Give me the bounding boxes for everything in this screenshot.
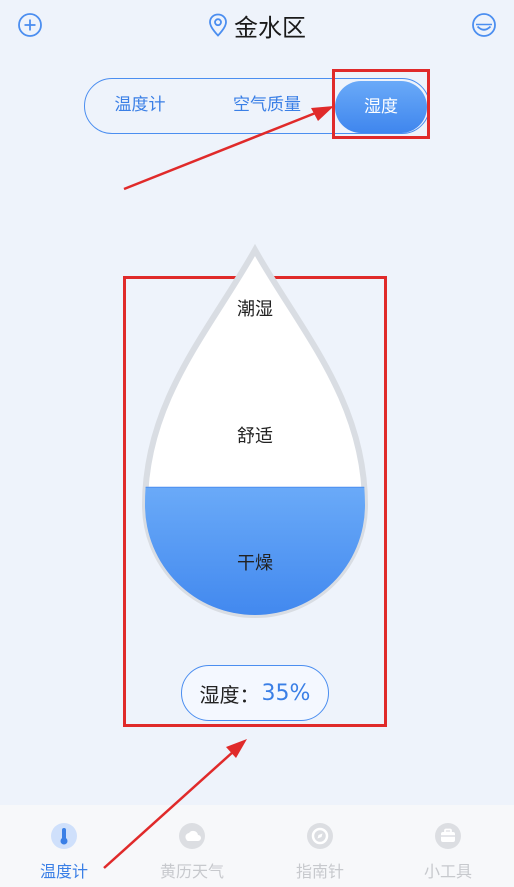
highlight-box-humidity-tab [332, 69, 430, 139]
tab-almanac-weather[interactable]: 黄历天气 [128, 805, 256, 887]
calendar-weather-icon [178, 822, 206, 850]
segment-air-quality[interactable]: 空气质量 [215, 79, 319, 132]
compass-icon [306, 822, 334, 850]
tab-thermometer[interactable]: 温度计 [0, 805, 128, 887]
humidity-readout-label: 湿度： [199, 682, 260, 707]
map-pin-icon [208, 13, 228, 37]
tab-compass[interactable]: 指南针 [256, 805, 384, 887]
location-name: 金水区 [234, 13, 306, 42]
tab-label-tools: 小工具 [423, 862, 472, 881]
arrowhead-gauge [226, 739, 247, 758]
humidity-readout-value: 35% [261, 680, 311, 706]
toolbox-icon [434, 822, 462, 850]
top-bar: 金水区 [0, 0, 514, 50]
thermometer-icon [50, 822, 78, 850]
tab-label-almanac-weather: 黄历天气 [159, 862, 224, 881]
humidity-readout: 湿度： 35% [181, 665, 329, 721]
highlight-box-gauge [123, 276, 387, 727]
location-selector[interactable]: 金水区 [0, 8, 514, 42]
segment-thermometer[interactable]: 温度计 [99, 79, 181, 132]
tab-label-thermometer: 温度计 [39, 862, 88, 881]
tab-label-compass: 指南针 [295, 862, 344, 881]
tab-tools[interactable]: 小工具 [384, 805, 512, 887]
bottom-tab-bar: 温度计 黄历天气 指南针 小工具 [0, 805, 514, 887]
face-icon[interactable] [471, 12, 497, 38]
